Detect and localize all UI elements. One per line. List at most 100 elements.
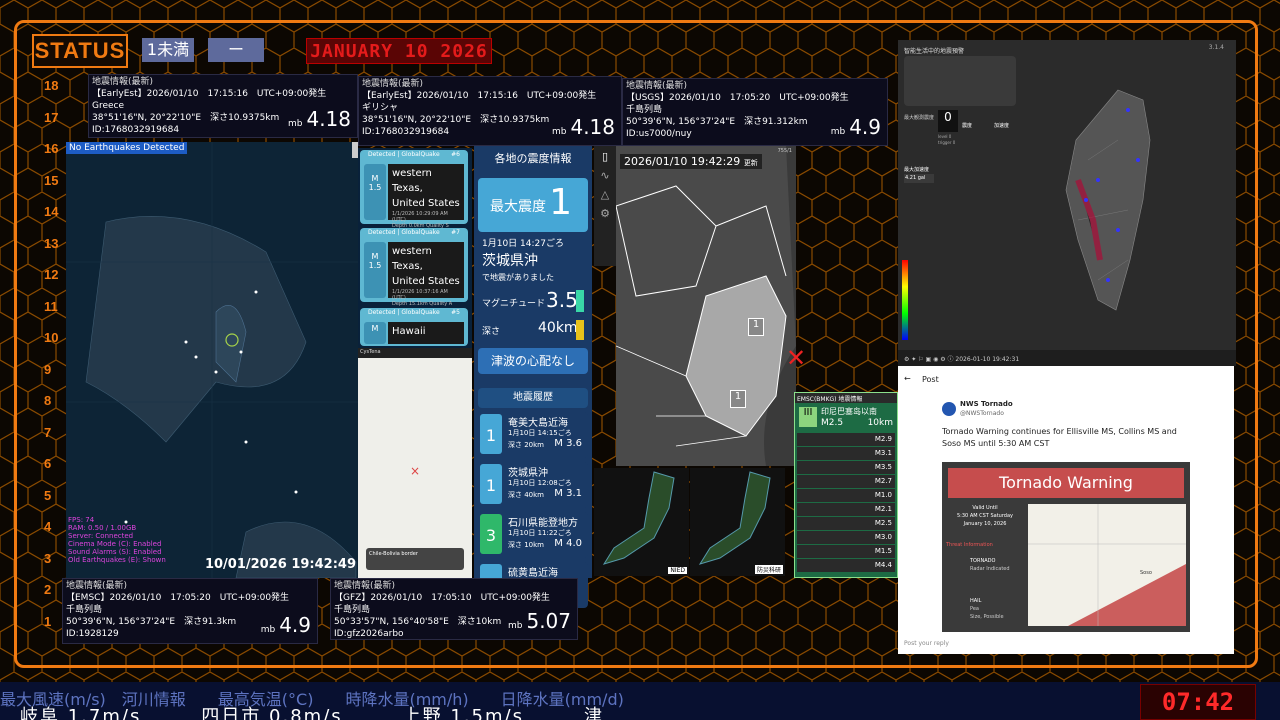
emsc-row[interactable]: M2.9 [797,433,895,446]
panel-title: 地震情報(最新) [626,81,688,91]
ruler-tick: 6 [44,456,52,471]
panel-magnitude: mb 4.9 [830,115,881,139]
info-icon[interactable]: ▯ [594,146,616,163]
panel-title: 地震情報(最新) [66,581,128,591]
tweet-panel[interactable]: ← Post NWS Tornado @NWSTornado Tornado W… [898,366,1234,654]
taiwan-map [1065,89,1151,311]
gq-mag: M 1.5 [364,164,386,220]
gq-card[interactable]: Detected | GlobalQuake #6 M 1.5 western Te… [360,150,468,229]
panel-line: 【EarlyEst】2026/01/10 17:15:16 UTC+09:00発… [92,89,327,99]
ticker-bottom: 岐阜 1.7m/s 四日市 0.8m/s 上野 1.5m/s 津 [0,706,604,720]
emsc-row[interactable]: M4.4 [797,559,895,572]
back-arrow-icon[interactable]: ← [904,374,911,383]
tw-toolbar: ⚙ ✦ ⚐ ▣ ◉ ⚙ ⓘ 2026-01-10 19:42:31 [898,350,1236,366]
jma-sub: で地震がありました [482,273,554,282]
intensity-pill: 1未満 [142,38,194,62]
emsc-row[interactable]: M2.1 [797,503,895,516]
regional-map[interactable]: × 2026/01/10 19:42:29 更新 755/1 1 1 [616,146,796,466]
panel-region: ギリシャ [362,103,399,113]
panel-title: 地震情報(最新) [362,79,424,89]
panel-magnitude: mb 4.18 [287,107,351,131]
warning-card[interactable]: Tornado Warning Valid Until 5:30 AM CST S… [942,462,1190,632]
map-scale: 755/1 [777,148,792,154]
cystena-map[interactable]: CysTena × Chile-Bolivia border [358,348,472,578]
gq-card[interactable]: Detected | GlobalQuake #5 M Hawaii [360,308,468,346]
history-item[interactable]: 1 茨城県沖 1月10日 12:08ごろ 深さ 40km M 3.1 [478,462,588,508]
gq-mag: M [364,322,386,344]
map-time: 2026/01/10 19:42:29 更新 [620,154,762,169]
jma-depth-value: 40km [538,320,578,336]
avatar[interactable] [942,402,956,416]
date-display: JANUARY 10 2026 [306,38,492,64]
panel-line: 【GFZ】2026/01/10 17:05:10 UTC+09:00発生 [334,593,550,603]
wave-icon[interactable]: ∿ [594,163,616,182]
settings-icon[interactable]: ⚙ [594,201,616,220]
ruler-tick: 12 [44,267,59,282]
history-title: 地震履歴 [478,388,588,408]
quake-panel-gfz: 地震情報(最新) 【GFZ】2026/01/10 17:05:10 UTC+09… [330,578,578,640]
epicenter-marker: × [410,464,421,478]
panel-title: 地震情報(最新) [92,77,154,87]
ruler-tick: 5 [44,487,52,503]
quake-panel-usgs: 地震情報(最新) 【USGS】2026/01/10 17:05:20 UTC+0… [622,78,888,146]
panel-magnitude: mb 4.18 [551,115,615,139]
no-earthquakes-banner: No Earthquakes Detected [66,142,188,154]
depth-bar [576,320,584,340]
emsc-row[interactable]: M1.5 [797,545,895,558]
warning-icon[interactable]: △ [594,182,616,201]
tsunami-pill: ー [208,38,264,62]
globe-svg [66,142,358,578]
globe-view[interactable]: No Earthquakes Detected FPS: 74 RAM: 0.5… [66,142,358,578]
emsc-row[interactable]: M2.5 [797,517,895,530]
taiwan-eew-panel: 智能生活中的地震預警 3.1.4 最大観測震度 0 震度 加速度 level 0… [898,40,1236,366]
panel-line: 【EarlyEst】2026/01/10 17:15:16 UTC+09:00発… [362,91,597,101]
jma-max-card: 最大震度 1 [478,178,588,232]
ruler-tick: 13 [44,235,59,251]
jma-mag-value: 3.5 [546,288,578,312]
intensity-pin: 1 [748,318,764,336]
ruler-tick: 17 [44,109,59,125]
ruler-tick: 18 [44,78,59,93]
jma-panel: 各地の震度情報 最大震度 1 1月10日 14:27ごろ 茨城県沖 で地震があり… [474,146,592,608]
gq-mag: M 1.5 [364,242,386,298]
region-svg: × [616,146,796,466]
history-item[interactable]: 3 石川県能登地方 1月10日 11:22ごろ 深さ 10km M 4.0 [478,512,588,558]
gq-card[interactable]: Detected | GlobalQuake #7 M 1.5 western Te… [360,228,468,307]
ruler-tick: 4 [44,519,52,534]
quake-panel-earlyest-jp: 地震情報(最新) 【EarlyEst】2026/01/10 17:15:16 U… [358,76,622,146]
emsc-row[interactable]: M3.0 [797,531,895,544]
quake-panel-earlyest-en: 地震情報(最新) 【EarlyEst】2026/01/10 17:15:16 U… [88,74,358,138]
ruler-tick: 9 [44,361,52,377]
history-item[interactable]: 1 奄美大島近海 1月10日 14:15ごろ 深さ 20km M 3.6 [478,412,588,458]
emsc-bmkg-panel: EMSC(BMKG) 地震情報 III 印尼巴塞岛以南 M2.5 10km M2… [794,392,898,578]
epicenter-cross-icon: ✕ [786,344,807,372]
reply-input[interactable]: Post your reply [904,640,949,647]
globe-time: 10/01/2026 19:42:49 [204,557,356,572]
cmap-title: CysTena [358,348,472,358]
emsc-row[interactable]: M1.0 [797,489,895,502]
mag-bar [576,290,584,312]
ticker-top: 最大風速(m/s) 河川情報 最高気温(°C) 時降水量(mm/h) 日降水量(… [0,690,624,709]
ruler-tick: 7 [44,424,52,440]
ruler-tick: 16 [44,141,59,156]
panel-magnitude: mb 5.07 [507,609,571,633]
jma-time: 1月10日 14:27ごろ [482,239,564,249]
globalquake-list[interactable]: Detected | GlobalQuake #6 M 1.5 western Te… [358,148,472,348]
intensity-pin: 1 [730,390,746,408]
blank-card [904,56,1016,106]
tsunami-note: 津波の心配なし [478,348,588,374]
panel-line: 【USGS】2026/01/10 17:05:20 UTC+09:00発生 [626,93,849,103]
side-ruler: 18 17 16 15 14 13 12 11 10 9 8 7 6 5 4 3 2 1 [44,78,66,638]
globe-stats: FPS: 74 RAM: 0.50 / 1.00GB Server: Conne… [68,516,166,564]
emsc-row[interactable]: M3.5 [797,461,895,474]
ruler-tick: 8 [44,393,52,408]
emsc-row[interactable]: M2.7 [797,475,895,488]
panel-title: 地震情報(最新) [334,581,396,591]
nied-map-left[interactable]: NIED [594,468,689,576]
status-label: STATUS [32,34,128,68]
nied-map-right[interactable]: 防災科研 [690,468,785,576]
ruler-tick: 11 [44,298,58,314]
ruler-tick: 3 [44,550,52,566]
ruler-tick: 15 [44,172,59,188]
emsc-row[interactable]: M3.1 [797,447,895,460]
